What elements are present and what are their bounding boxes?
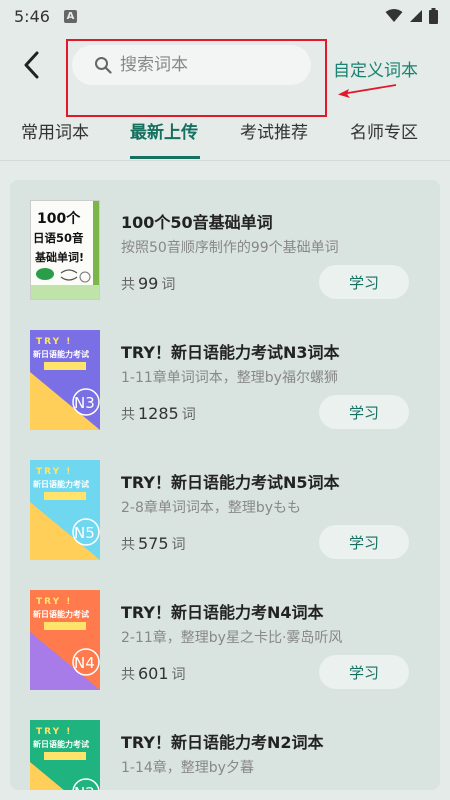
svg-text:TRY !: TRY !	[36, 467, 72, 477]
cover-art: TRY ! 新日语能力考试 N4	[30, 590, 100, 690]
wordbook-title: TRY！新日语能力考N2词本	[121, 733, 324, 752]
list-item[interactable]: TRY ! 新日语能力考试 N2 TRY！新日语能力考N2词本 1-14章，整理…	[10, 700, 440, 790]
list-item[interactable]: 100个 日语50音 基础单词! 100个50音基础单词 按照50音顺序制作的9…	[10, 180, 440, 310]
search-icon	[95, 57, 112, 74]
svg-text:TRY !: TRY !	[36, 337, 72, 347]
cover-line2: 日语50音	[33, 231, 84, 245]
svg-text:N2: N2	[74, 784, 95, 790]
cover-art: TRY ! 新日语能力考试 N3	[30, 330, 100, 430]
svg-text:新日语能力考试: 新日语能力考试	[33, 349, 89, 359]
annotation-arrow-icon	[338, 84, 397, 98]
status-time: 5:46	[14, 6, 50, 26]
svg-text:N3: N3	[74, 394, 95, 412]
word-count: 共 601 词	[121, 664, 186, 683]
svg-text:N4: N4	[74, 654, 95, 672]
book-cover-image: TRY ! 新日语能力考试 N4	[30, 590, 100, 690]
active-tab-indicator	[130, 156, 200, 159]
book-cover-image: TRY ! 新日语能力考试 N3	[30, 330, 100, 430]
battery-icon	[429, 8, 438, 24]
custom-wordbook-link[interactable]: 自定义词本	[333, 56, 418, 81]
study-button[interactable]: 学习	[319, 265, 409, 299]
signal-icon	[410, 10, 422, 22]
tab-exam[interactable]: 考试推荐	[240, 118, 308, 143]
search-input[interactable]	[120, 55, 290, 75]
list-item[interactable]: TRY ! 新日语能力考试 N3 TRY！新日语能力考试N3词本 1-11章单词…	[10, 310, 440, 440]
study-button[interactable]: 学习	[319, 395, 409, 429]
svg-text:新日语能力考试: 新日语能力考试	[33, 479, 89, 489]
tab-teacher[interactable]: 名师专区	[350, 118, 418, 143]
wordbook-desc: 按照50音顺序制作的99个基础单词	[121, 240, 339, 256]
cover-art: 100个 日语50音 基础单词!	[31, 201, 99, 299]
svg-text:TRY !: TRY !	[36, 597, 72, 607]
svg-text:TRY !: TRY !	[36, 727, 72, 737]
tab-bar: 常用词本 最新上传 考试推荐 名师专区	[0, 108, 450, 160]
svg-text:新日语能力考试: 新日语能力考试	[33, 609, 89, 619]
book-cover-image: TRY ! 新日语能力考试 N2	[30, 720, 100, 790]
back-button[interactable]	[14, 48, 48, 82]
cover-art: TRY ! 新日语能力考试 N2	[30, 720, 100, 790]
wordbook-title: 100个50音基础单词	[121, 213, 273, 232]
wifi-icon	[385, 9, 403, 22]
book-cover-image: TRY ! 新日语能力考试 N5	[30, 460, 100, 560]
list-item[interactable]: TRY ! 新日语能力考试 N4 TRY！新日语能力考N4词本 2-11章，整理…	[10, 570, 440, 700]
wordbook-desc: 1-11章单词词本，整理by福尔螺狮	[121, 370, 338, 386]
wordbook-desc: 2-11章，整理by星之卡比·雾岛听风	[121, 630, 343, 646]
study-button[interactable]: 学习	[319, 525, 409, 559]
wordbook-desc: 2-8章单词词本，整理byもも	[121, 500, 302, 516]
cover-line1: 100个	[37, 210, 81, 227]
svg-text:N5: N5	[74, 524, 95, 542]
cover-line3: 基础单词!	[34, 250, 84, 264]
divider	[0, 160, 450, 161]
word-count: 共 1285 词	[121, 404, 196, 423]
word-count: 共 99 词	[121, 274, 176, 293]
wordbook-title: TRY！新日语能力考N4词本	[121, 603, 324, 622]
cover-art: TRY ! 新日语能力考试 N5	[30, 460, 100, 560]
word-count: 共 575 词	[121, 534, 186, 553]
status-icons	[385, 8, 438, 24]
list-item[interactable]: TRY ! 新日语能力考试 N5 TRY！新日语能力考试N5词本 2-8章单词词…	[10, 440, 440, 570]
header: 自定义词本	[0, 32, 450, 117]
tab-latest[interactable]: 最新上传	[130, 118, 198, 143]
status-bar: 5:46 A	[0, 0, 450, 32]
tab-common[interactable]: 常用词本	[21, 118, 89, 143]
wordbook-title: TRY！新日语能力考试N5词本	[121, 473, 340, 492]
wordbook-list[interactable]: 100个 日语50音 基础单词! 100个50音基础单词 按照50音顺序制作的9…	[10, 180, 440, 790]
book-cover-image: 100个 日语50音 基础单词!	[30, 200, 100, 300]
chevron-left-icon	[24, 51, 39, 79]
search-box[interactable]	[72, 45, 311, 85]
notification-icon: A	[63, 9, 77, 23]
svg-text:新日语能力考试: 新日语能力考试	[33, 739, 89, 749]
wordbook-title: TRY！新日语能力考试N3词本	[121, 343, 340, 362]
study-button[interactable]: 学习	[319, 655, 409, 689]
wordbook-desc: 1-14章，整理by夕暮	[121, 760, 254, 776]
